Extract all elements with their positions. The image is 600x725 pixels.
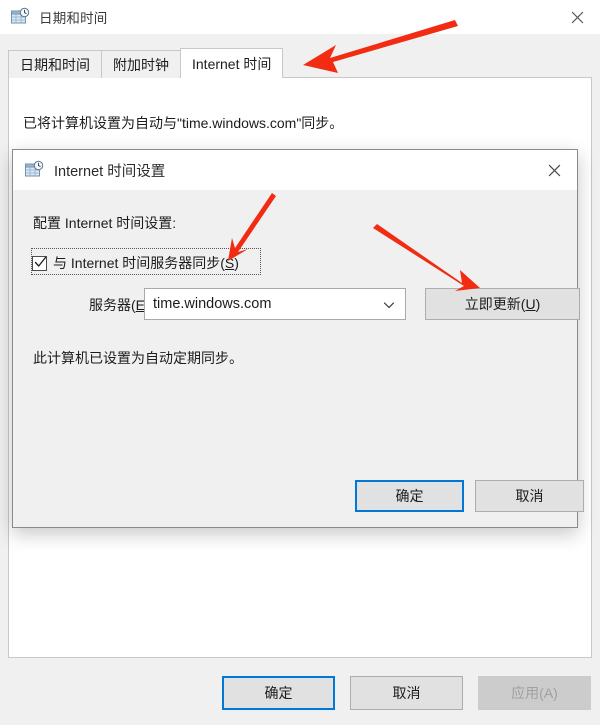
configure-label: 配置 Internet 时间设置: [33,215,177,231]
periodic-sync-status-text: 此计算机已设置为自动定期同步。 [33,350,243,366]
tab-label: 日期和时间 [20,56,90,73]
cancel-button[interactable]: 取消 [350,676,463,710]
inner-dialog-titlebar: Internet 时间设置 [13,150,577,190]
chevron-down-icon[interactable] [383,298,395,310]
server-label-prefix: 服务器( [89,297,136,313]
sync-checkbox-label: 与 Internet 时间服务器同步(S) [53,253,239,273]
ok-button-label: 确定 [264,685,293,701]
inner-ok-button-label: 确定 [395,488,424,504]
close-icon[interactable] [554,0,600,34]
tab-date-and-time[interactable]: 日期和时间 [8,50,102,78]
ok-button[interactable]: 确定 [222,676,335,710]
close-icon[interactable] [531,150,577,190]
inner-cancel-button-label: 取消 [515,488,544,504]
update-now-button[interactable]: 立即更新(U) [425,288,580,320]
update-now-label-prefix: 立即更新( [464,296,526,312]
server-combobox[interactable]: time.windows.com [144,288,406,320]
server-row: 服务器(E): time.windows.com 立即更新(U) [13,288,580,320]
inner-ok-button[interactable]: 确定 [355,480,464,512]
date-time-icon [10,7,30,27]
tab-label: 附加时钟 [113,56,169,73]
sync-with-internet-server-checkbox[interactable]: 与 Internet 时间服务器同步(S) [32,251,239,275]
sync-checkbox-label-suffix: ) [234,255,239,271]
sync-checkbox-accelerator: S [224,255,235,271]
inner-dialog-title: Internet 时间设置 [54,163,166,180]
apply-button: 应用(A) [478,676,591,710]
inner-dialog-body: 配置 Internet 时间设置: 与 Internet 时间服务器同步(S) … [13,190,584,527]
update-now-button-label: 立即更新(U) [465,294,540,314]
internet-time-settings-dialog: Internet 时间设置 配置 Internet 时间设置: 与 Intern… [12,149,584,528]
cancel-button-label: 取消 [392,685,421,701]
tab-strip: 日期和时间 附加时钟 Internet 时间 [8,48,284,78]
outer-window-button-bar: 确定 取消 应用(A) [0,676,600,712]
update-now-label-suffix: ) [535,296,541,312]
checkbox-box[interactable] [32,255,47,271]
tab-additional-clocks[interactable]: 附加时钟 [101,50,181,78]
server-value: time.windows.com [153,296,272,312]
inner-cancel-button[interactable]: 取消 [475,480,584,512]
outer-window-titlebar: 日期和时间 [0,0,600,34]
date-time-icon [24,160,44,180]
sync-checkbox-label-prefix: 与 Internet 时间服务器同步( [53,255,225,271]
apply-button-label: 应用(A) [511,685,558,701]
tab-internet-time[interactable]: Internet 时间 [180,48,284,78]
update-now-accelerator: U [525,296,536,312]
checkmark-icon [34,256,47,267]
tab-label: Internet 时间 [192,55,272,72]
outer-window-title: 日期和时间 [39,11,108,26]
outer-sync-status-text: 已将计算机设置为自动与"time.windows.com"同步。 [23,115,344,131]
